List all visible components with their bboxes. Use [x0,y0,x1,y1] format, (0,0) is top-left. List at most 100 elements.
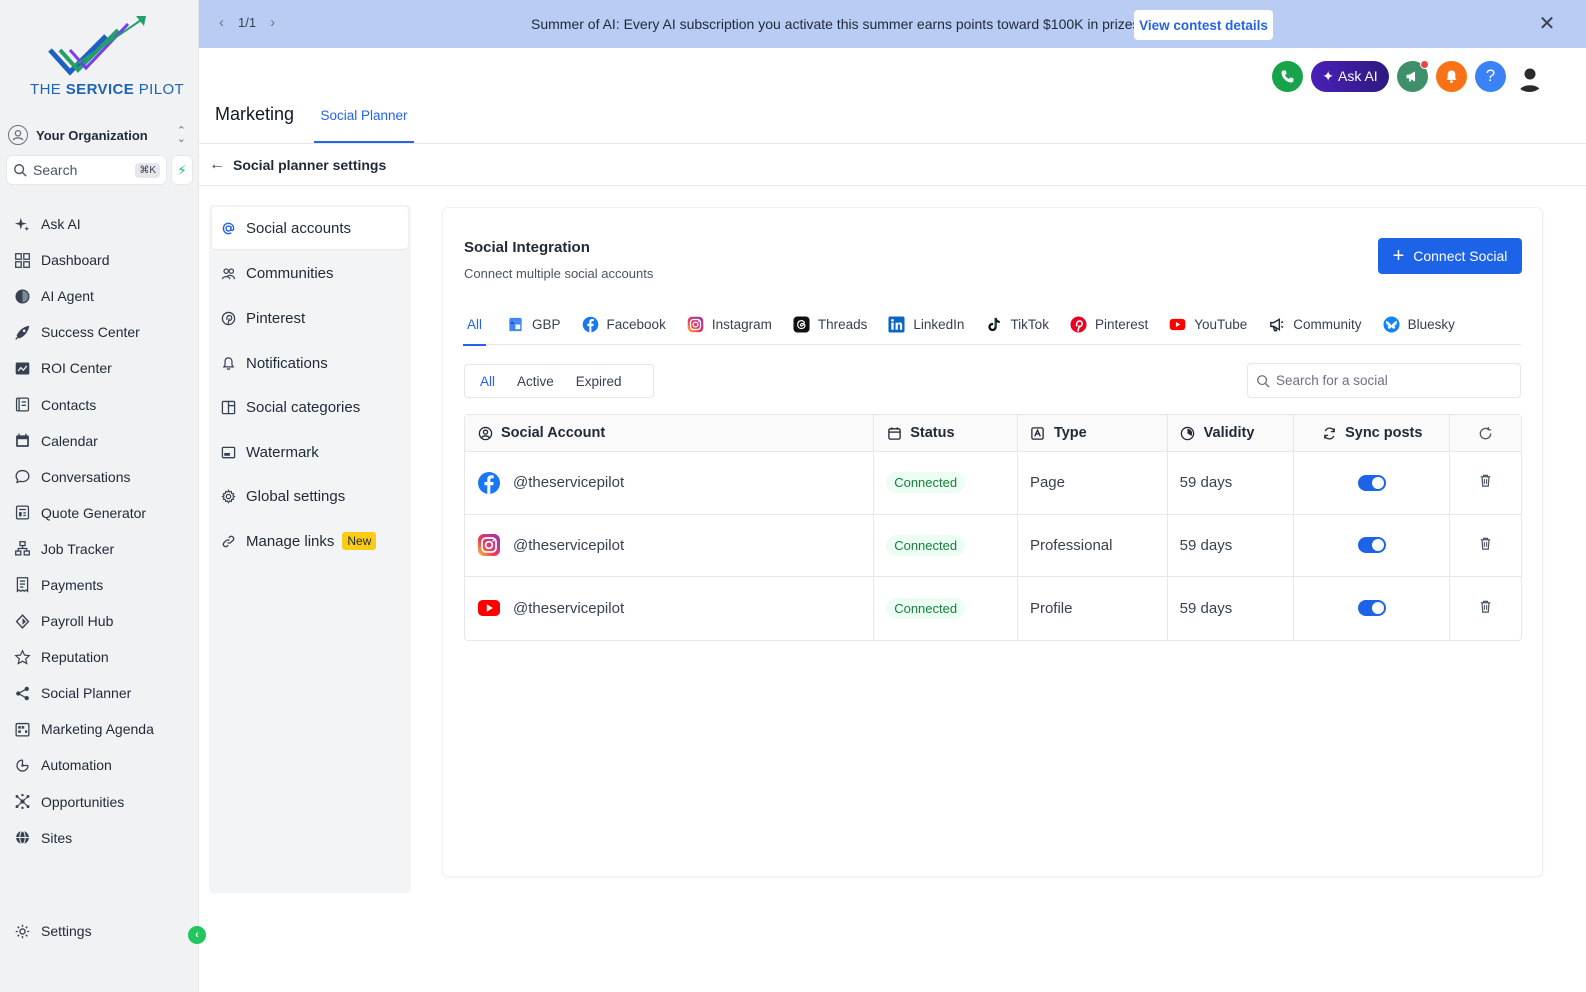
sidebar-item-job-tracker[interactable]: Job Tracker [0,531,199,567]
tab-linkedin[interactable]: LinkedIn [888,305,964,345]
sidebar-item-contacts[interactable]: Contacts [0,386,199,422]
brand-logo[interactable]: THE SERVICE PILOT [20,14,184,100]
sidebar-item-label: Opportunities [41,793,125,810]
sidebar-item-marketing-agenda[interactable]: Marketing Agenda [0,711,199,747]
sidebar-item-dashboard[interactable]: Dashboard [0,242,199,278]
trash-icon[interactable] [1478,473,1493,492]
tab-label: Pinterest [1094,317,1149,332]
settings-menu-item-watermark[interactable]: Watermark [212,430,408,475]
card-subtitle: Connect multiple social accounts [464,266,654,281]
tab-pinterest[interactable]: Pinterest [1070,305,1148,345]
cell-validity: 59 days [1168,577,1295,640]
sync-posts-toggle[interactable] [1357,537,1386,554]
sidebar-item-roi-center[interactable]: ROI Center [0,350,199,386]
sidebar-item-label: Success Center [41,324,140,341]
account-type: Profile [1029,599,1073,617]
cell-account: @theservicepilot [465,577,875,640]
validity-value: 59 days [1179,474,1233,492]
sidebar-item-ask-ai[interactable]: Ask AI [0,206,199,242]
sidebar-item-opportunities[interactable]: Opportunities [0,784,199,820]
status-badge: Connected [886,534,966,556]
sidebar-item-settings[interactable]: Settings [0,913,199,949]
sidebar-item-label: Calendar [41,432,98,449]
sidebar-item-social-planner[interactable]: Social Planner [0,675,199,711]
sidebar: THE SERVICE PILOT Your Organization ⌃ ⌄ S… [0,0,206,992]
status-filter: All Active Expired [464,364,654,398]
hierarchy-icon [13,540,31,558]
settings-menu-item-communities[interactable]: Communities [212,252,408,297]
refresh-icon[interactable] [1478,425,1494,441]
sidebar-item-payroll-hub[interactable]: Payroll Hub [0,603,199,639]
collapse-sidebar-chevron-icon[interactable]: ‹ [188,926,206,944]
tab-label: Threads [817,317,868,332]
tab-label: Instagram [711,317,772,332]
sidebar-item-payments[interactable]: Payments [0,567,199,603]
settings-menu-item-global-settings[interactable]: Global settings [212,475,408,520]
tab-facebook[interactable]: Facebook [582,305,666,345]
table-row: @theservicepilot Connected Professional … [465,514,1521,577]
sidebar-item-label: Settings [41,923,92,940]
tab-social-planner[interactable]: Social Planner [314,106,414,143]
ask-ai-button[interactable]: ✦ Ask AI [1311,60,1389,92]
trash-icon[interactable] [1478,599,1493,618]
settings-menu-label: Social accounts [246,219,352,237]
social-search-input[interactable] [1276,373,1516,388]
sync-posts-toggle[interactable] [1357,474,1386,491]
contacts-icon [13,396,31,414]
cell-delete [1450,515,1521,577]
chevron-left-icon[interactable]: ‹ [219,14,224,31]
tab-community[interactable]: Community [1268,305,1362,345]
search-shortcut: ⌘K [135,162,160,178]
sidebar-item-ai-agent[interactable]: AI Agent [0,278,199,314]
settings-menu-item-notifications[interactable]: Notifications [212,341,408,386]
filter-active[interactable]: Active [517,374,554,389]
filter-all[interactable]: All [480,374,495,389]
header-actions: ✦ Ask AI ? [1272,59,1545,92]
sidebar-item-label: Payroll Hub [41,613,114,630]
view-contest-button[interactable]: View contest details [1134,10,1273,40]
sidebar-item-calendar[interactable]: Calendar [0,423,199,459]
bluesky-icon [1383,316,1400,333]
sidebar-item-sites[interactable]: Sites [0,820,199,856]
sidebar-item-success-center[interactable]: Success Center [0,314,199,350]
settings-menu-item-pinterest[interactable]: Pinterest [212,296,408,341]
org-name: Your Organization [36,127,148,143]
chevron-right-icon[interactable]: › [270,14,275,31]
sidebar-search[interactable]: Search ⌘K [6,155,167,185]
trash-icon[interactable] [1478,536,1493,555]
sidebar-item-reputation[interactable]: Reputation [0,639,199,675]
phone-icon[interactable] [1272,60,1303,92]
tab-bluesky[interactable]: Bluesky [1383,305,1455,345]
sidebar-item-quote-generator[interactable]: Quote Generator [0,495,199,531]
tab-tiktok[interactable]: TikTok [985,305,1049,345]
filter-expired[interactable]: Expired [576,374,622,389]
search-label: Search [33,162,78,178]
arrow-left-icon[interactable]: ← [209,156,225,174]
tab-label: GBP [532,317,561,332]
account-handle: @theservicepilot [513,599,625,617]
avatar[interactable] [1514,60,1545,92]
settings-menu-label: Global settings [246,488,346,506]
header-label: Sync posts [1345,425,1423,441]
megaphone-icon[interactable] [1397,59,1429,92]
connect-social-button[interactable]: + Connect Social [1378,238,1522,274]
settings-menu-item-social-accounts[interactable]: Social accounts [212,207,408,249]
tab-threads[interactable]: Threads [793,305,868,345]
settings-menu-item-manage-links[interactable]: Manage links New [212,519,408,564]
tab-all[interactable]: All [463,305,487,346]
sidebar-item-conversations[interactable]: Conversations [0,459,199,495]
bell-icon[interactable] [1436,60,1467,92]
org-switcher[interactable]: Your Organization ⌃ ⌄ [8,123,192,147]
plus-icon: + [1392,245,1405,267]
youtube-icon [1169,316,1186,333]
close-icon[interactable]: ✕ [1536,12,1558,35]
tab-youtube[interactable]: YouTube [1169,305,1247,345]
sync-posts-toggle[interactable] [1357,600,1386,617]
settings-menu-item-social-categories[interactable]: Social categories [212,385,408,430]
sidebar-item-automation[interactable]: Automation [0,747,199,783]
tab-gbp[interactable]: GBP [507,305,561,345]
tab-instagram[interactable]: Instagram [687,305,772,345]
help-icon[interactable]: ? [1475,60,1506,92]
quick-action-bolt-icon[interactable]: ⚡ [171,155,193,185]
sidebar-item-settings-row[interactable]: Settings [0,913,199,949]
